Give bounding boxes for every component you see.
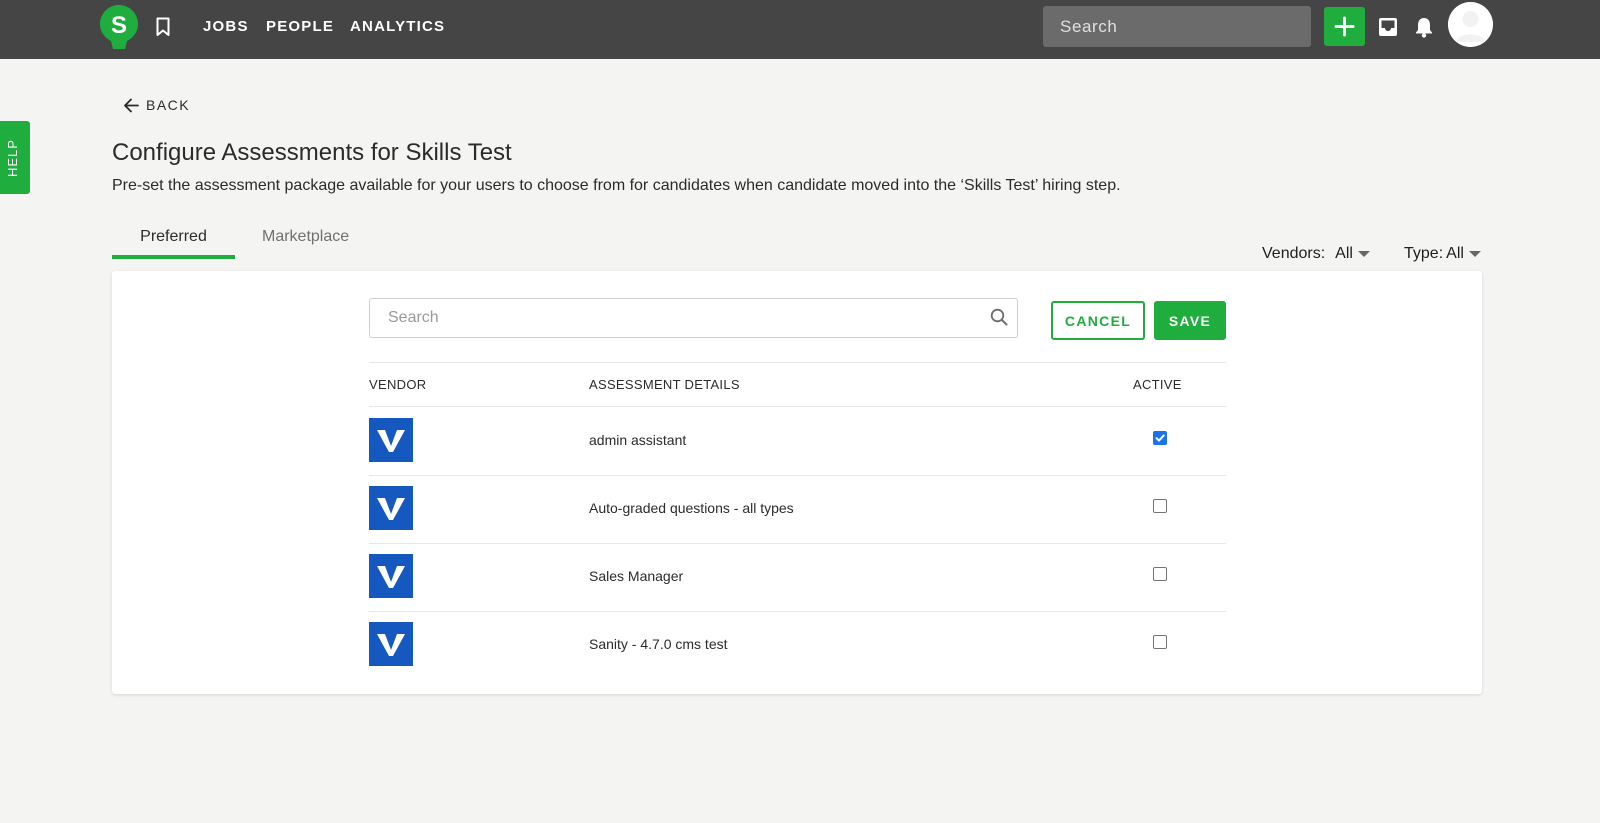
- back-link[interactable]: BACK: [123, 95, 190, 115]
- assessment-name: Sanity - 4.7.0 cms test: [589, 636, 728, 652]
- assessment-search-input[interactable]: [369, 298, 1018, 338]
- column-header-vendor: VENDOR: [369, 377, 427, 392]
- help-label: HELP: [5, 139, 20, 177]
- add-button[interactable]: [1324, 7, 1365, 46]
- vendor-logo: [369, 486, 413, 530]
- divider: [369, 362, 1226, 363]
- vendor-logo: [369, 622, 413, 666]
- cancel-button[interactable]: CANCEL: [1051, 301, 1145, 340]
- page-title: Configure Assessments for Skills Test: [112, 139, 512, 166]
- nav-people[interactable]: PEOPLE: [266, 18, 334, 35]
- caret-down-icon: [1357, 251, 1370, 257]
- active-checkbox[interactable]: [1153, 499, 1167, 513]
- table-row: Sales Manager: [369, 543, 1226, 611]
- vendor-logo-icon: [377, 634, 405, 656]
- type-filter-value: All: [1446, 245, 1464, 262]
- active-checkbox[interactable]: [1153, 635, 1167, 649]
- top-navigation-bar: S JOBS PEOPLE ANALYTICS: [0, 0, 1600, 59]
- caret-down-icon: [1468, 251, 1481, 257]
- table-row: Auto-graded questions - all types: [369, 475, 1226, 543]
- avatar-icon: [1448, 2, 1493, 47]
- vendors-filter-dropdown[interactable]: Vendors: All: [1262, 245, 1370, 263]
- active-checkbox[interactable]: [1153, 567, 1167, 581]
- app-logo-icon[interactable]: S: [100, 5, 138, 49]
- tab-marketplace[interactable]: Marketplace: [262, 228, 349, 246]
- vendor-logo-icon: [377, 566, 405, 588]
- page-subtitle: Pre-set the assessment package available…: [112, 177, 1121, 194]
- assessment-name: Sales Manager: [589, 568, 684, 584]
- active-tab-indicator: [112, 255, 235, 259]
- arrow-left-icon: [124, 98, 139, 112]
- bell-icon[interactable]: [1414, 16, 1434, 38]
- vendor-logo-icon: [377, 498, 405, 520]
- tab-preferred[interactable]: Preferred: [112, 228, 235, 246]
- vendors-filter-value: All: [1335, 245, 1353, 262]
- checkmark-icon: [1155, 434, 1165, 442]
- user-avatar[interactable]: [1448, 2, 1493, 47]
- logo-letter: S: [111, 12, 127, 39]
- active-checkbox[interactable]: [1153, 431, 1167, 445]
- bookmark-icon[interactable]: [155, 17, 171, 37]
- assessment-name: Auto-graded questions - all types: [589, 500, 794, 516]
- search-icon[interactable]: [990, 308, 1008, 326]
- nav-jobs[interactable]: JOBS: [203, 18, 249, 35]
- nav-analytics[interactable]: ANALYTICS: [350, 18, 445, 35]
- vendor-logo: [369, 554, 413, 598]
- global-search-input[interactable]: [1043, 6, 1311, 47]
- column-header-assessment-details: ASSESSMENT DETAILS: [589, 377, 740, 392]
- table-row: admin assistant: [369, 407, 1226, 475]
- vendor-logo: [369, 418, 413, 462]
- back-label: BACK: [146, 97, 191, 113]
- vendors-filter-label: Vendors:: [1262, 245, 1326, 262]
- inbox-icon[interactable]: [1378, 17, 1398, 37]
- plus-icon: [1334, 16, 1355, 37]
- column-header-active: ACTIVE: [1133, 377, 1182, 392]
- vendor-logo-icon: [377, 430, 405, 452]
- type-filter-label: Type:: [1404, 245, 1444, 262]
- assessment-name: admin assistant: [589, 432, 687, 448]
- save-button[interactable]: SAVE: [1154, 301, 1226, 340]
- table-row: Sanity - 4.7.0 cms test: [369, 611, 1226, 679]
- type-filter-dropdown[interactable]: Type: All: [1404, 245, 1481, 263]
